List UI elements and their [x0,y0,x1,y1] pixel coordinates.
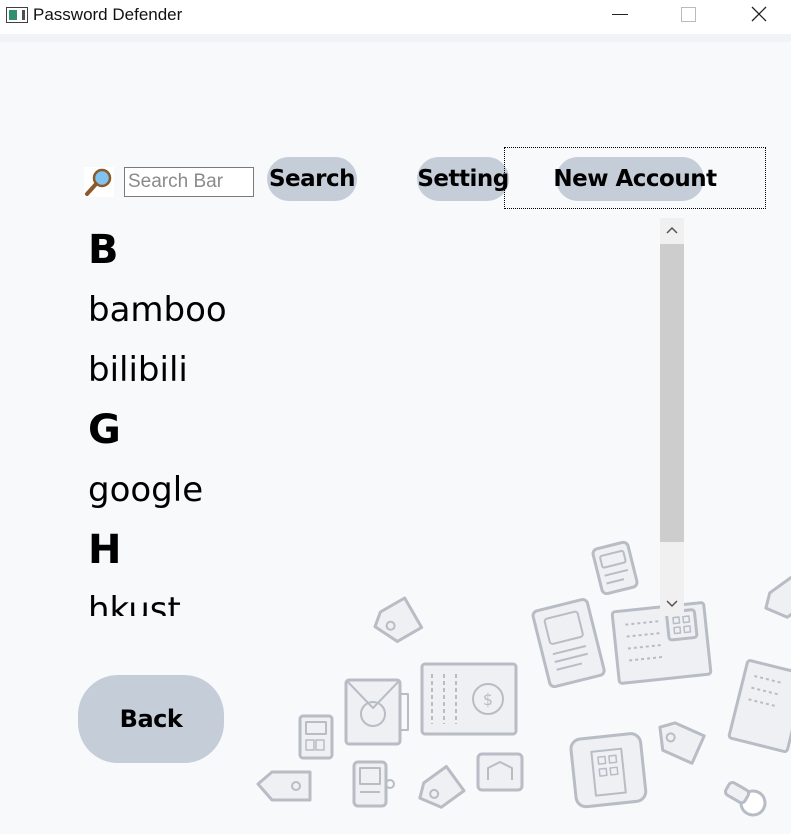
title-separator [0,34,791,42]
list-item[interactable]: google [80,460,656,520]
list-scrollbar[interactable] [660,218,684,616]
new-account-button[interactable]: New Account [530,157,740,201]
maximize-icon [681,7,696,22]
window-title: Password Defender [33,5,183,24]
back-button[interactable]: Back [78,675,224,763]
scroll-down-button[interactable] [660,592,684,616]
list-item[interactable]: hkust [80,580,656,616]
section-header: G [88,407,121,453]
app-window: Password Defender $ Search Bar Search Se… [0,0,791,834]
close-icon [751,6,767,22]
chevron-down-icon [666,600,678,608]
close-button[interactable] [736,0,782,30]
minimize-button[interactable] [598,0,644,30]
svg-text:$: $ [483,690,493,709]
list-item[interactable]: bilibili [80,340,656,400]
scroll-thumb[interactable] [660,244,684,542]
chevron-up-icon [666,226,678,234]
search-input[interactable] [124,167,254,197]
account-list[interactable]: B bamboo bilibili G google H hkust [80,220,656,616]
app-icon [6,7,28,23]
magnifier-icon [84,167,114,197]
scroll-up-button[interactable] [660,218,684,242]
list-item[interactable]: bamboo [80,280,656,340]
maximize-button[interactable] [665,0,711,30]
section-header: H [88,527,122,573]
minimize-icon [612,14,628,15]
section-header: B [88,227,119,273]
setting-button[interactable]: Setting [417,157,509,201]
title-bar: Password Defender [0,0,791,34]
search-button[interactable]: Search [267,157,357,201]
